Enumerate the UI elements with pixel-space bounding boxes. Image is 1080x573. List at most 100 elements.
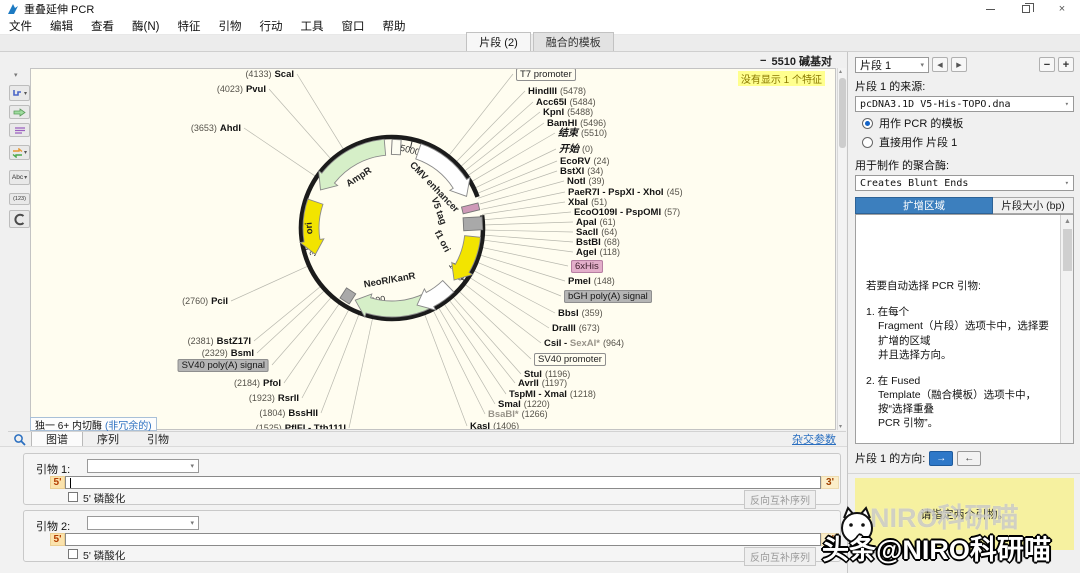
- numbering-tool-button[interactable]: (123): [9, 193, 30, 205]
- alignment-tool-button[interactable]: [9, 123, 30, 137]
- scrollbar-thumb[interactable]: [1063, 229, 1072, 271]
- view-tab-primers[interactable]: 引物: [133, 432, 183, 447]
- site-label-PciI[interactable]: (2760)PciI: [182, 296, 228, 307]
- primer-1-select[interactable]: ▾: [87, 459, 199, 473]
- menu-item-6[interactable]: 行动: [250, 18, 291, 34]
- site-label-RsrII[interactable]: (1923)RsrII: [249, 393, 299, 404]
- scroll-down-icon[interactable]: ▾: [839, 423, 842, 430]
- site-label-AvrII[interactable]: AvrII(1197): [518, 378, 567, 389]
- menu-item-5[interactable]: 引物: [209, 18, 250, 34]
- use-directly-option[interactable]: 直接用作 片段 1: [862, 134, 1074, 150]
- instructions-step-2: 2. 在 Fused Template（融合模板）选项卡中，按“选择重叠 PCR…: [866, 374, 1053, 431]
- view-tab-sequence[interactable]: 序列: [83, 432, 133, 447]
- plasmid-canvas[interactable]: 10002000300040005000AmpRCMV enhanceroriN…: [30, 68, 836, 430]
- site-label-BsaBI-[interactable]: BsaBI*(1266): [488, 409, 548, 420]
- menu-item-7[interactable]: 工具: [291, 18, 332, 34]
- menu-item-1[interactable]: 编辑: [41, 18, 82, 34]
- zoom-tool-icon[interactable]: [13, 433, 27, 446]
- site-label-bGH-poly-A-signal[interactable]: bGH poly(A) signal: [564, 291, 652, 302]
- prev-fragment-button[interactable]: ◀: [932, 57, 948, 72]
- menu-item-0[interactable]: 文件: [0, 18, 41, 34]
- scrollbar-thumb[interactable]: [839, 78, 846, 148]
- menu-item-3[interactable]: 酶(N): [123, 18, 168, 34]
- site-label--[interactable]: 结束(5510): [558, 128, 607, 139]
- enzymes-tool-button[interactable]: ▾: [9, 85, 30, 101]
- site-label-T7-promoter[interactable]: T7 promoter: [516, 69, 576, 80]
- direction-label: 片段 1 的方向:: [855, 450, 925, 466]
- close-button[interactable]: ×: [1044, 0, 1080, 18]
- direction-forward-button[interactable]: →: [929, 451, 953, 466]
- features-tool-button[interactable]: [9, 105, 30, 119]
- scroll-up-icon[interactable]: ▲: [1064, 217, 1071, 226]
- menu-item-2[interactable]: 查看: [82, 18, 123, 34]
- source-select[interactable]: pcDNA3.1D V5-His-TOPO.dna ▾: [855, 96, 1074, 112]
- menu-item-9[interactable]: 帮助: [373, 18, 414, 34]
- site-label-KpnI[interactable]: KpnI(5488): [543, 107, 593, 118]
- instructions-box: 若要自动选择 PCR 引物: 1. 在每个 Fragment（片段）选项卡中，选…: [855, 214, 1074, 444]
- tab-fragment-size[interactable]: 片段大小 (bp): [993, 197, 1074, 214]
- primer-2-select[interactable]: ▾: [87, 516, 199, 530]
- primers-tool-button[interactable]: ▾: [9, 145, 30, 160]
- site-label-PflFI-Tth111I[interactable]: (1525)PflFI - Tth111I: [256, 423, 346, 430]
- circular-view-button[interactable]: [9, 210, 30, 228]
- instructions-scrollbar[interactable]: ▲: [1060, 215, 1073, 443]
- primer-1-revcomp-button[interactable]: 反向互补序列: [744, 490, 816, 509]
- scroll-up-icon[interactable]: ▴: [839, 68, 842, 75]
- site-label-KasI[interactable]: KasI(1406): [470, 421, 519, 430]
- add-fragment-button[interactable]: +: [1058, 57, 1074, 72]
- maximize-icon: [1022, 5, 1030, 13]
- site-label-AgeI[interactable]: AgeI(118): [576, 247, 620, 258]
- primer-2-phosphorylated-checkbox[interactable]: [68, 549, 78, 559]
- use-as-template-option[interactable]: 用作 PCR 的模板: [862, 115, 1074, 131]
- site-label-HindIII[interactable]: HindIII(5478): [528, 86, 586, 97]
- map-scrollbar[interactable]: ▴ ▾: [837, 68, 846, 430]
- site-label-SV40-promoter[interactable]: SV40 promoter: [534, 354, 606, 365]
- site-label--[interactable]: 开始(0): [559, 144, 593, 155]
- primer-1-sequence-input[interactable]: [65, 476, 821, 489]
- tab-fused-template[interactable]: 融合的模板: [533, 32, 614, 51]
- tab-fragments[interactable]: 片段 (2): [466, 32, 531, 51]
- site-label-BstZ17I[interactable]: (2381)BstZ17I: [188, 336, 251, 347]
- fragment-settings-panel: 片段 1 ▾ ◀ ▶ − + 片段 1 的来源: pcDNA3.1D V5-Hi…: [848, 52, 1080, 573]
- tab-amplified-region[interactable]: 扩增区域: [855, 197, 993, 214]
- primer-1-group: 引物 1: ▾ 5' 3' 5' 磷酸化 反向互补序列: [23, 453, 841, 505]
- site-label-BsmI[interactable]: (2329)BsmI: [202, 348, 254, 359]
- abc-icon: Abc: [12, 174, 23, 181]
- site-label-SV40-poly-A-signal[interactable]: SV40 poly(A) signal: [178, 360, 269, 371]
- feature-arrow-icon: [13, 108, 26, 117]
- menu-item-4[interactable]: 特征: [168, 18, 209, 34]
- site-label-PfoI[interactable]: (2184)PfoI: [234, 378, 281, 389]
- site-label-ScaI[interactable]: (4133)ScaI: [245, 69, 294, 80]
- map-panel: − 5510 碱基对 ▾ ▾ ▾: [8, 54, 846, 446]
- site-label-BbsI[interactable]: BbsI(359): [558, 308, 603, 319]
- toolbar-collapse-icon[interactable]: ▾: [14, 71, 18, 79]
- maximize-button[interactable]: [1008, 0, 1044, 18]
- fragment-selector[interactable]: 片段 1 ▾: [855, 57, 929, 73]
- translation-tool-button[interactable]: Abc ▾: [9, 170, 30, 185]
- polymerase-select[interactable]: Creates Blunt Ends ▾: [855, 175, 1074, 191]
- site-label-PvuI[interactable]: (4023)PvuI: [217, 84, 266, 95]
- site-label-DraIII[interactable]: DraIII(673): [552, 323, 600, 334]
- direction-reverse-button[interactable]: ←: [957, 451, 981, 466]
- source-label: 片段 1 的来源:: [855, 78, 1074, 94]
- menu-item-8[interactable]: 窗口: [332, 18, 373, 34]
- site-label-CsiI-[interactable]: CsiI - SexAI*(964): [544, 338, 624, 349]
- remove-fragment-button[interactable]: −: [1039, 57, 1055, 72]
- nonredundant-link[interactable]: (非冗余的): [105, 417, 152, 432]
- site-label-6xHis[interactable]: 6xHis: [571, 261, 603, 272]
- site-label-NotI[interactable]: NotI(39): [567, 176, 604, 187]
- primer-2-sequence-input[interactable]: [65, 533, 821, 546]
- next-fragment-button[interactable]: ▶: [951, 57, 967, 72]
- hybridization-params-link[interactable]: 杂交参数: [792, 431, 836, 447]
- site-label-PmeI[interactable]: PmeI(148): [568, 276, 615, 287]
- site-label-BssHII[interactable]: (1804)BssHII: [259, 408, 318, 419]
- primer-1-5prime-label: 5': [50, 476, 65, 489]
- primer-2-phosphorylated-label: 5' 磷酸化: [83, 548, 125, 563]
- site-label-AhdI[interactable]: (3653)AhdI: [191, 123, 241, 134]
- minimize-button[interactable]: [972, 0, 1008, 18]
- hidden-features-notice[interactable]: 没有显示 1 个特征: [738, 71, 825, 86]
- primer-2-revcomp-button[interactable]: 反向互补序列: [744, 547, 816, 566]
- length-dash-icon: −: [760, 55, 766, 67]
- primer-1-phosphorylated-checkbox[interactable]: [68, 492, 78, 502]
- view-tab-map[interactable]: 图谱: [31, 432, 83, 447]
